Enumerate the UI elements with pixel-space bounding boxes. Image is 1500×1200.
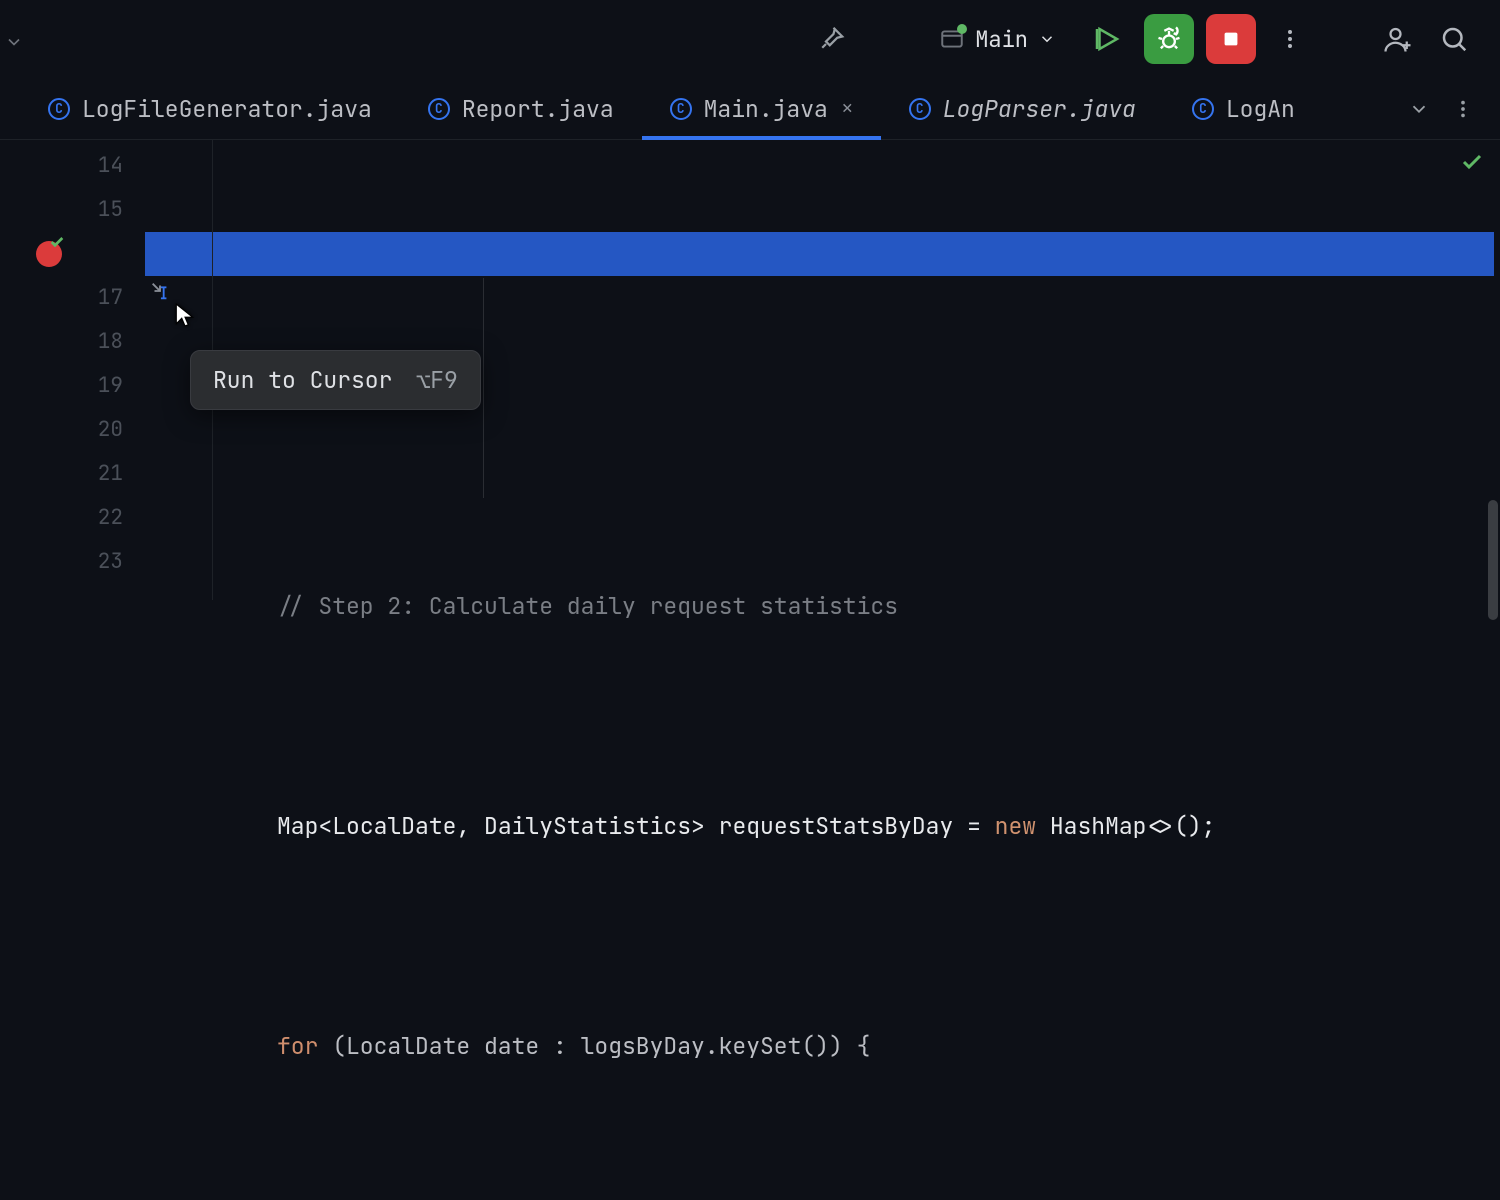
code-line: // Step 2: Calculate daily request stati… bbox=[213, 584, 1500, 628]
editor-tabs: C LogFileGenerator.java C Report.java C … bbox=[0, 78, 1500, 140]
line-number: 23 bbox=[0, 540, 123, 584]
chevron-down-icon bbox=[1038, 30, 1056, 48]
line-number bbox=[0, 232, 123, 276]
code-editor[interactable]: 14 15 17 18 19 20 21 22 23 bbox=[0, 140, 1500, 600]
breakpoint-verified-icon bbox=[49, 234, 65, 250]
java-class-icon: C bbox=[1192, 98, 1214, 120]
line-number: 15 bbox=[0, 188, 123, 232]
tab-logfilegenerator[interactable]: C LogFileGenerator.java bbox=[20, 78, 400, 139]
run-config-label: Main bbox=[975, 25, 1028, 54]
tab-loganalyzer[interactable]: C LogAn bbox=[1164, 78, 1323, 139]
java-class-icon: C bbox=[670, 98, 692, 120]
run-to-cursor-icon[interactable] bbox=[149, 280, 171, 302]
java-class-icon: C bbox=[428, 98, 450, 120]
tooltip-run-to-cursor: Run to Cursor ⌥F9 bbox=[190, 350, 481, 410]
tab-label: LogFileGenerator.java bbox=[82, 94, 372, 124]
debug-restart-button[interactable] bbox=[1144, 14, 1194, 64]
run-button[interactable] bbox=[1082, 14, 1132, 64]
line-number: 18 bbox=[0, 320, 123, 364]
run-config-selector[interactable]: Main bbox=[925, 19, 1070, 60]
search-icon[interactable] bbox=[1432, 17, 1476, 61]
line-number-gutter: 14 15 17 18 19 20 21 22 23 bbox=[0, 140, 145, 600]
more-vertical-icon[interactable] bbox=[1268, 17, 1312, 61]
close-icon[interactable]: ✕ bbox=[842, 97, 853, 120]
code-line: for (LocalDate date : logsByDay.keySet()… bbox=[213, 1024, 1500, 1068]
chevron-down-icon[interactable] bbox=[1408, 98, 1430, 120]
line-number: 21 bbox=[0, 452, 123, 496]
main-toolbar: Main bbox=[0, 0, 1500, 78]
tooltip-label: Run to Cursor bbox=[213, 365, 392, 395]
code-line: Map<LocalDate, DailyStatistics> requestS… bbox=[213, 804, 1500, 848]
tab-logparser[interactable]: C LogParser.java bbox=[881, 78, 1164, 139]
line-number: 14 bbox=[0, 144, 123, 188]
line-number: 19 bbox=[0, 364, 123, 408]
line-number: 20 bbox=[0, 408, 123, 452]
build-icon[interactable] bbox=[809, 17, 853, 61]
tab-label: Report.java bbox=[462, 94, 614, 124]
application-icon bbox=[939, 26, 965, 52]
tab-label: Main.java bbox=[704, 94, 828, 124]
tab-label: LogParser.java bbox=[943, 94, 1136, 124]
tab-main[interactable]: C Main.java ✕ bbox=[642, 78, 881, 139]
java-class-icon: C bbox=[48, 98, 70, 120]
java-class-icon: C bbox=[909, 98, 931, 120]
tooltip-shortcut: ⌥F9 bbox=[416, 365, 457, 395]
line-number: 22 bbox=[0, 496, 123, 540]
stop-button[interactable] bbox=[1206, 14, 1256, 64]
run-config-active-dot bbox=[957, 24, 967, 34]
add-user-icon[interactable] bbox=[1376, 17, 1420, 61]
tab-report[interactable]: C Report.java bbox=[400, 78, 642, 139]
mouse-cursor-icon bbox=[172, 302, 198, 328]
tab-label: LogAn bbox=[1226, 94, 1295, 124]
chevron-down-icon[interactable] bbox=[4, 32, 24, 52]
more-vertical-icon[interactable] bbox=[1452, 98, 1474, 120]
line-number: 17 bbox=[0, 276, 123, 320]
